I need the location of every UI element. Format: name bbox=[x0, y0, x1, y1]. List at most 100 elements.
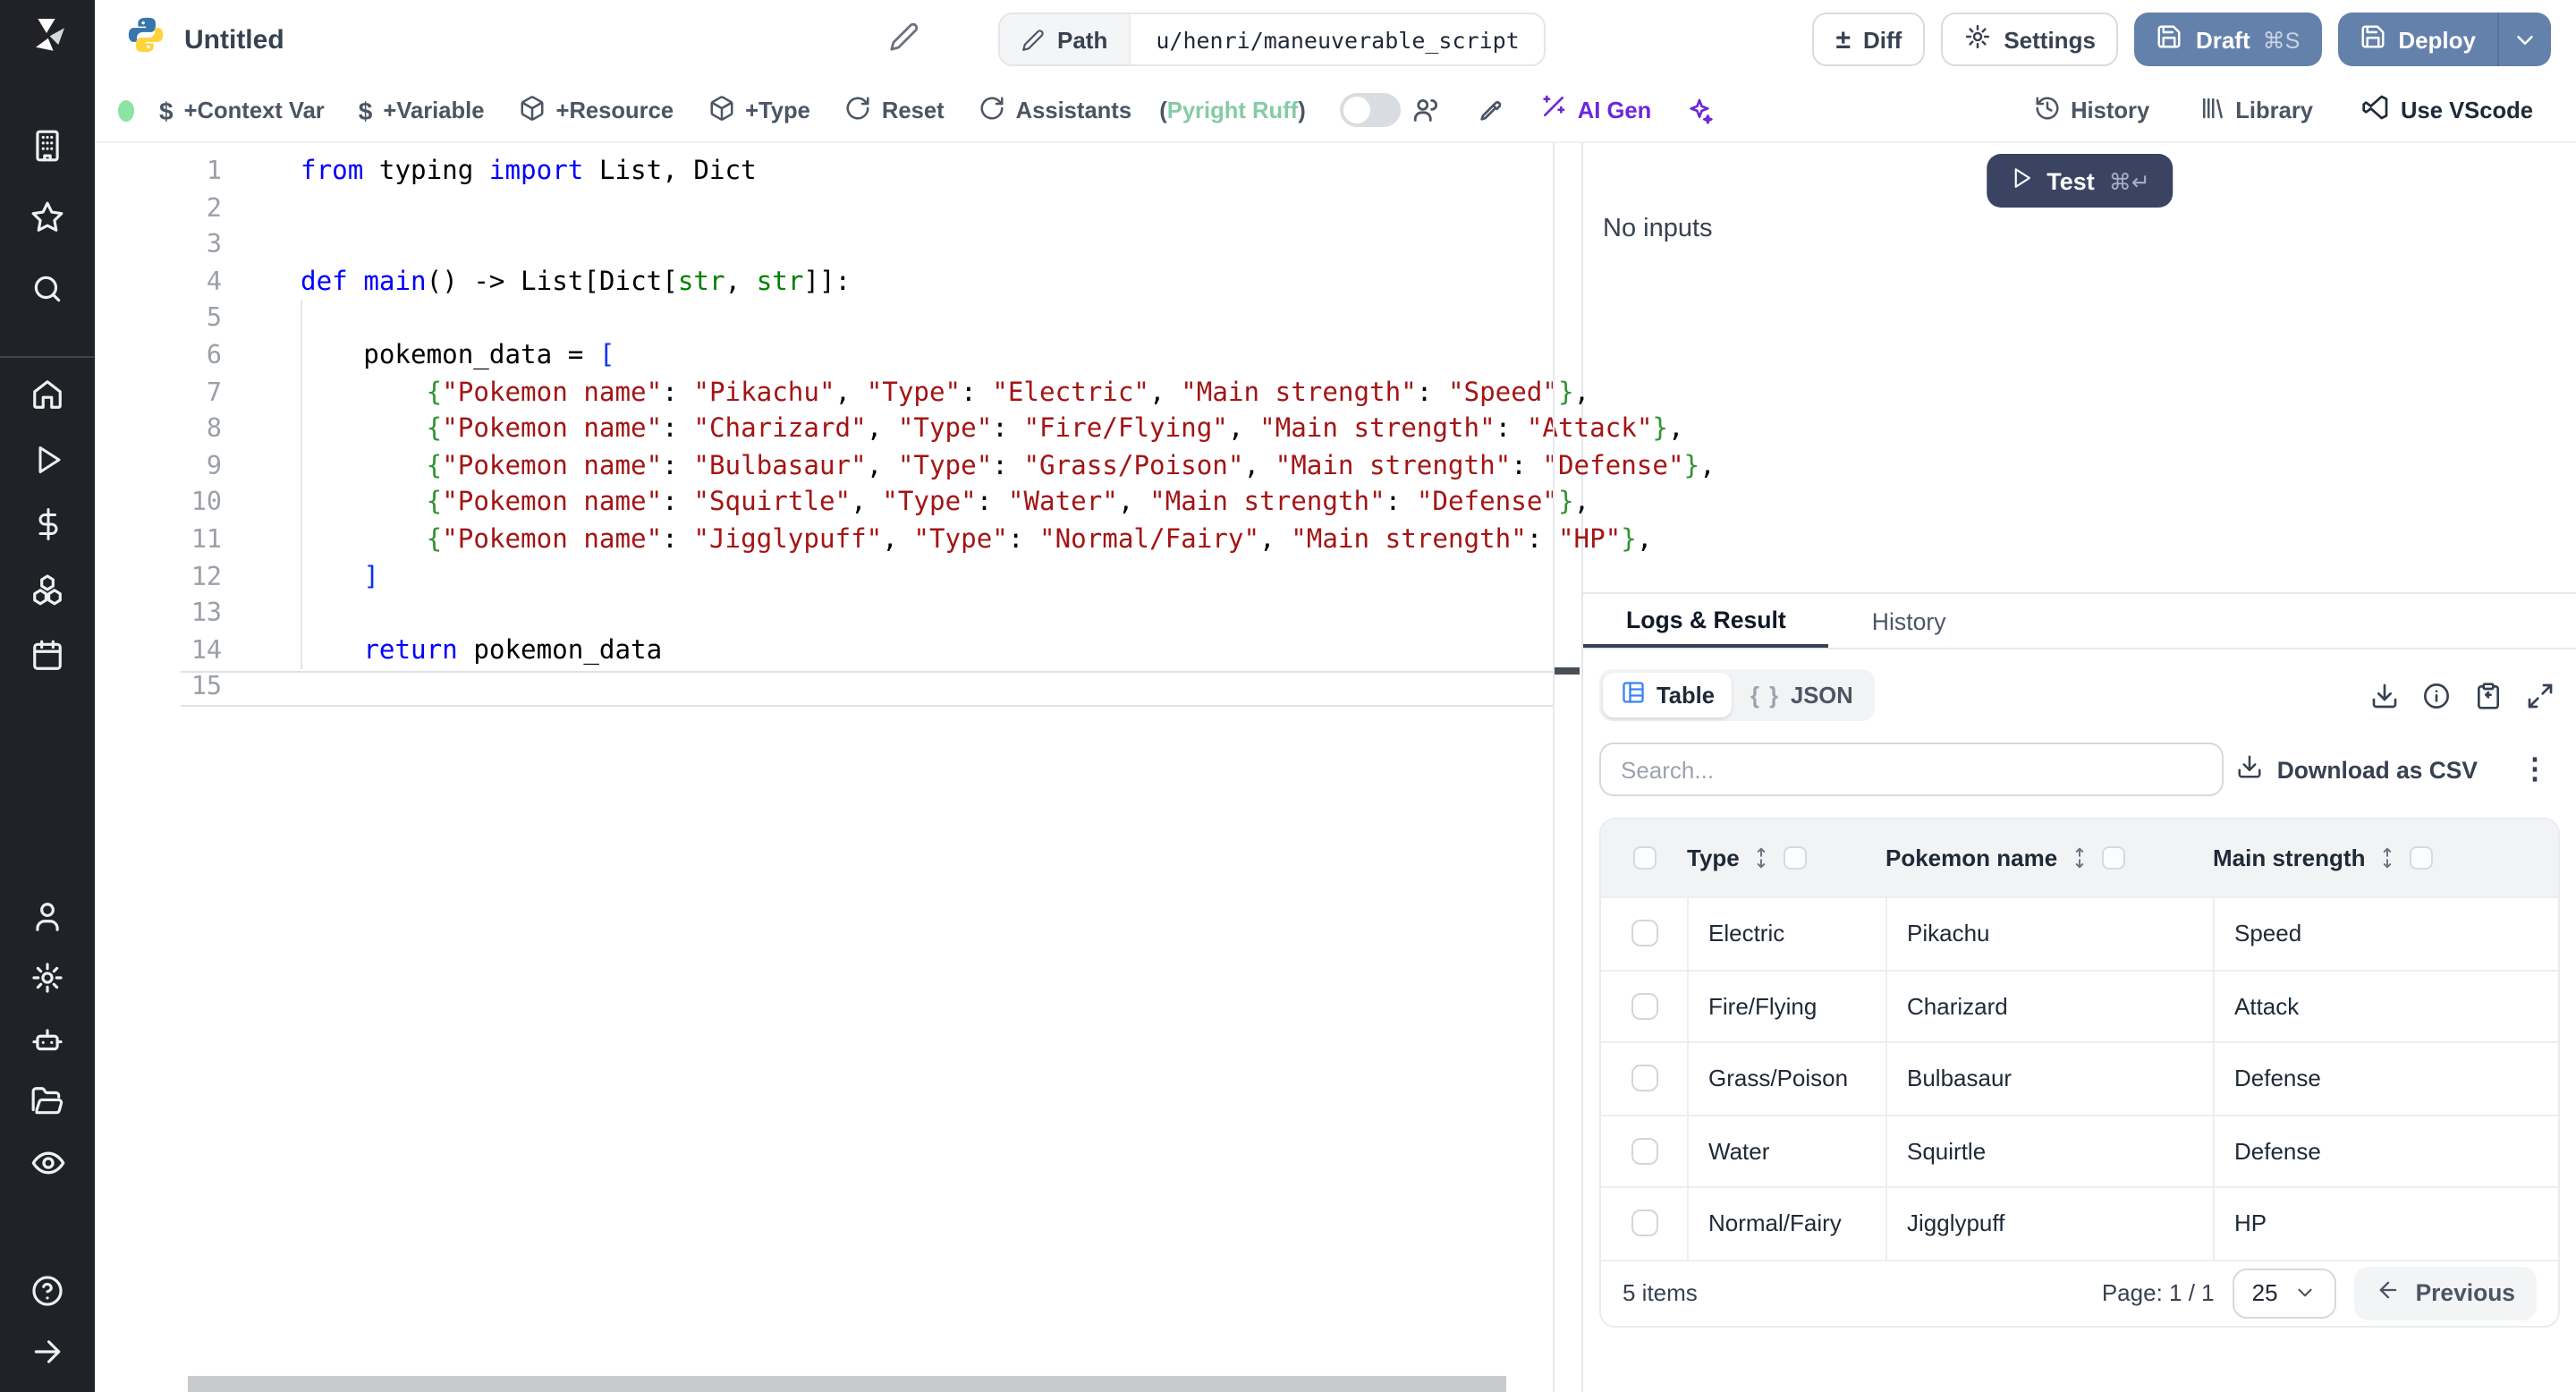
table-row[interactable]: Fire/Flying Charizard Attack bbox=[1601, 969, 2558, 1041]
code-editor[interactable]: 1 from typing import List, Dict 2 3 4 def mai… bbox=[95, 143, 1716, 1392]
download-csv-button[interactable]: Download as CSV bbox=[2236, 753, 2478, 785]
row-checkbox[interactable] bbox=[1631, 920, 1657, 947]
code-line[interactable]: 14 return pokemon_data bbox=[95, 632, 1581, 669]
test-button[interactable]: Test ⌘↵ bbox=[1986, 154, 2174, 208]
table-row[interactable]: Grass/Poison Bulbasaur Defense bbox=[1601, 1041, 2558, 1114]
row-checkbox[interactable] bbox=[1631, 992, 1657, 1020]
column-filter-toggle[interactable] bbox=[1784, 846, 1808, 870]
tab-history[interactable]: History bbox=[1829, 594, 1989, 648]
left-sidebar bbox=[0, 0, 95, 1392]
horizontal-scrollbar[interactable] bbox=[188, 1376, 1506, 1392]
previous-page-button[interactable]: Previous bbox=[2354, 1266, 2537, 1320]
folders-icon[interactable] bbox=[0, 1071, 95, 1133]
info-icon[interactable] bbox=[2422, 681, 2451, 709]
add-context-var-button[interactable]: $ +Context Var bbox=[159, 96, 325, 124]
edit-summary-pencil-icon[interactable] bbox=[889, 21, 919, 61]
download-result-icon[interactable] bbox=[2370, 681, 2399, 709]
diff-button[interactable]: ± Diff bbox=[1812, 13, 1926, 66]
audit-eye-icon[interactable] bbox=[0, 1132, 95, 1193]
line-number: 4 bbox=[206, 267, 222, 297]
favorites-star-icon[interactable] bbox=[0, 181, 95, 252]
help-icon[interactable] bbox=[0, 1261, 95, 1322]
page-size-select[interactable]: 25 bbox=[2232, 1268, 2337, 1318]
code-line[interactable]: 6 pokemon_data = [ bbox=[95, 338, 1581, 375]
history-button[interactable]: History bbox=[2033, 94, 2149, 126]
sort-icon[interactable] bbox=[2068, 846, 2091, 870]
column-filter-toggle[interactable] bbox=[2410, 846, 2434, 870]
path-field[interactable]: Path u/henri/maneuverable_script bbox=[998, 13, 1546, 66]
workers-robot-icon[interactable] bbox=[0, 1009, 95, 1071]
user-icon[interactable] bbox=[0, 887, 95, 948]
sort-icon[interactable] bbox=[1750, 846, 1774, 870]
schedules-calendar-icon[interactable] bbox=[0, 623, 95, 688]
row-checkbox[interactable] bbox=[1631, 1210, 1657, 1237]
table-cell: HP bbox=[2213, 1188, 2558, 1259]
column-filter-toggle[interactable] bbox=[2102, 846, 2126, 870]
sparkles-icon[interactable] bbox=[1685, 96, 1714, 124]
code-line[interactable]: 2 bbox=[95, 191, 1581, 227]
variables-dollar-icon[interactable] bbox=[0, 492, 95, 557]
table-row[interactable]: Electric Pikachu Speed bbox=[1601, 896, 2558, 969]
table-cell: Charizard bbox=[1885, 971, 2213, 1041]
runs-play-icon[interactable] bbox=[0, 427, 95, 492]
draft-button[interactable]: Draft ⌘S bbox=[2134, 13, 2322, 66]
format-brush-icon[interactable] bbox=[1476, 96, 1504, 124]
code-line[interactable]: 13 bbox=[95, 596, 1581, 632]
code-line[interactable]: 1 from typing import List, Dict bbox=[95, 154, 1581, 191]
code-line[interactable]: 3 bbox=[95, 227, 1581, 264]
view-json-button[interactable]: { } JSON bbox=[1733, 675, 1871, 716]
table-cell: Defense bbox=[2213, 1116, 2558, 1186]
library-button[interactable]: Library bbox=[2198, 94, 2313, 126]
row-checkbox[interactable] bbox=[1631, 1137, 1657, 1165]
sidebar-group-top bbox=[0, 109, 95, 324]
use-vscode-button[interactable]: Use VScode bbox=[2361, 93, 2533, 127]
windmill-logo-icon[interactable] bbox=[0, 0, 95, 72]
code-line[interactable]: 8 {"Pokemon name": "Charizard", "Type": … bbox=[95, 412, 1684, 448]
assistant-toggle[interactable] bbox=[1339, 93, 1401, 127]
deploy-button[interactable]: Deploy bbox=[2337, 13, 2497, 66]
code-line[interactable]: 10 {"Pokemon name": "Squirtle", "Type": … bbox=[95, 486, 1589, 522]
search-input[interactable] bbox=[1599, 743, 2224, 796]
code-line[interactable]: 11 {"Pokemon name": "Jigglypuff", "Type"… bbox=[95, 522, 1653, 559]
reset-button[interactable]: Reset bbox=[844, 94, 945, 126]
multiplayer-users-icon[interactable] bbox=[1411, 95, 1442, 125]
code-line[interactable]: 9 {"Pokemon name": "Bulbasaur", "Type": … bbox=[95, 449, 1716, 486]
table-row[interactable]: Normal/Fairy Jigglypuff HP bbox=[1601, 1186, 2558, 1259]
table-row[interactable]: Water Squirtle Defense bbox=[1601, 1114, 2558, 1186]
copy-clipboard-icon[interactable] bbox=[2474, 681, 2503, 709]
workspace-building-icon[interactable] bbox=[0, 109, 95, 181]
settings-button[interactable]: Settings bbox=[1941, 13, 2119, 66]
view-table-button[interactable]: Table bbox=[1603, 673, 1733, 717]
home-icon[interactable] bbox=[0, 361, 95, 427]
add-type-button[interactable]: +Type bbox=[708, 94, 810, 126]
add-resource-button[interactable]: +Resource bbox=[519, 94, 674, 126]
code-line[interactable]: 12 ] bbox=[95, 559, 1581, 596]
code-text: from typing import List, Dict bbox=[301, 156, 757, 186]
column-header: Type bbox=[1687, 845, 1885, 871]
code-line[interactable]: 5 bbox=[95, 301, 1581, 338]
collapse-arrow-icon[interactable] bbox=[0, 1322, 95, 1383]
resources-boxes-icon[interactable] bbox=[0, 557, 95, 623]
code-lines: 1 from typing import List, Dict 2 3 4 def mai… bbox=[95, 154, 1716, 707]
ai-gen-button[interactable]: AI Gen bbox=[1538, 93, 1651, 127]
sort-icon[interactable] bbox=[2376, 846, 2399, 870]
table-cell: Attack bbox=[2213, 971, 2558, 1041]
assistants-button[interactable]: Assistants (Pyright Ruff) bbox=[979, 94, 1306, 126]
code-line[interactable]: 7 {"Pokemon name": "Pikachu", "Type": "E… bbox=[95, 375, 1589, 412]
row-checkbox[interactable] bbox=[1631, 1065, 1657, 1092]
right-panel: Test ⌘↵ No inputs Logs & Result History bbox=[1583, 143, 2576, 1392]
sidebar-group-admin bbox=[0, 887, 95, 1193]
table-options-kebab[interactable]: ⋮ bbox=[2521, 751, 2549, 787]
refresh-icon bbox=[844, 94, 871, 126]
deploy-options-button[interactable] bbox=[2497, 13, 2551, 66]
tab-logs-result[interactable]: Logs & Result bbox=[1583, 594, 1829, 648]
expand-icon[interactable] bbox=[2526, 681, 2555, 709]
search-icon[interactable] bbox=[0, 252, 95, 324]
select-all-checkbox[interactable] bbox=[1632, 846, 1656, 870]
settings-gear-icon[interactable] bbox=[0, 948, 95, 1010]
code-line[interactable]: 4 def main() -> List[Dict[str, str]]: bbox=[95, 265, 1581, 301]
add-variable-button[interactable]: $ +Variable bbox=[359, 96, 485, 124]
dollar-icon: $ bbox=[358, 96, 373, 124]
